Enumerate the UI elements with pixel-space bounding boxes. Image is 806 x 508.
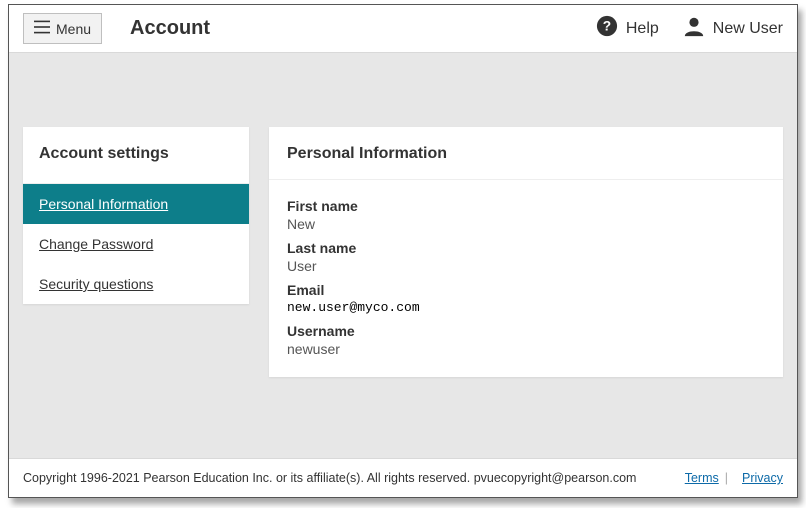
field-last-name: Last name User (287, 240, 765, 274)
sidebar-item-label: Security questions (39, 276, 153, 292)
header-bar: Menu Account ? Help New User (9, 5, 797, 53)
user-icon (683, 15, 705, 42)
last-name-value: User (287, 258, 765, 274)
menu-button[interactable]: Menu (23, 13, 102, 44)
field-first-name: First name New (287, 198, 765, 232)
field-list: First name New Last name User Email new.… (269, 180, 783, 357)
sidebar-title: Account settings (23, 127, 249, 184)
sidebar-item-change-password[interactable]: Change Password (23, 224, 249, 264)
email-value: new.user@myco.com (287, 300, 765, 315)
sidebar-item-label: Personal Information (39, 196, 168, 212)
user-label: New User (713, 20, 783, 38)
first-name-label: First name (287, 198, 765, 214)
sidebar: Account settings Personal Information Ch… (23, 127, 249, 304)
help-icon: ? (596, 15, 618, 42)
help-link[interactable]: ? Help (596, 15, 659, 42)
content-area: Account settings Personal Information Ch… (9, 53, 797, 458)
username-value: newuser (287, 341, 765, 357)
help-label: Help (626, 20, 659, 38)
field-username: Username newuser (287, 323, 765, 357)
menu-button-label: Menu (56, 21, 91, 37)
panel-title: Personal Information (269, 127, 783, 180)
app-window: Menu Account ? Help New User Account set… (8, 4, 798, 498)
last-name-label: Last name (287, 240, 765, 256)
footer-terms-link[interactable]: Terms (685, 471, 719, 485)
page-title: Account (130, 17, 210, 40)
personal-info-panel: Personal Information First name New Last… (269, 127, 783, 377)
sidebar-item-personal-information[interactable]: Personal Information (23, 184, 249, 224)
sidebar-item-security-questions[interactable]: Security questions (23, 264, 249, 304)
user-menu[interactable]: New User (683, 15, 783, 42)
hamburger-icon (34, 20, 50, 37)
footer-privacy-link[interactable]: Privacy (742, 471, 783, 485)
svg-text:?: ? (603, 19, 611, 34)
first-name-value: New (287, 216, 765, 232)
footer-separator: | (725, 471, 728, 485)
footer: Copyright 1996-2021 Pearson Education In… (9, 458, 797, 497)
field-email: Email new.user@myco.com (287, 282, 765, 315)
footer-copyright: Copyright 1996-2021 Pearson Education In… (23, 471, 636, 485)
username-label: Username (287, 323, 765, 339)
email-label: Email (287, 282, 765, 298)
sidebar-item-label: Change Password (39, 236, 153, 252)
